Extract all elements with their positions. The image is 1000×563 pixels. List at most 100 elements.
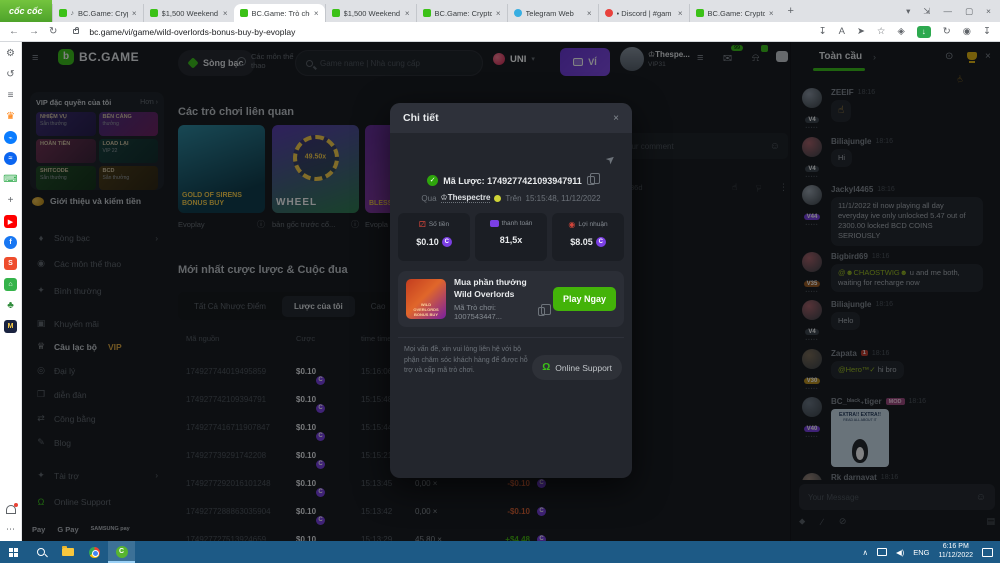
back-icon[interactable]: ←	[9, 26, 19, 37]
maximize-button[interactable]: ▢	[965, 6, 973, 17]
tab-close-icon[interactable]: ×	[405, 9, 410, 18]
browser-side-rail: ⚙ ↺ ≡ ♛ ⌁ ≈ ⌨ + ▶ fS ⌂ ♣ M ⋯	[0, 42, 22, 541]
bet-stat: ◉Lợi nhuận$8.05C	[552, 213, 624, 261]
save-page-icon[interactable]: ↧	[819, 26, 827, 37]
facebook-icon[interactable]: f	[4, 236, 17, 249]
volume-icon[interactable]: ◀)	[896, 548, 904, 557]
windows-taskbar: C ∧ ◀) ENG 6:16 PM11/12/2022	[0, 541, 1000, 563]
modal-close-icon[interactable]: ×	[613, 113, 619, 124]
stat-value: 81,5x	[475, 235, 547, 245]
tab-close-icon[interactable]: ×	[678, 9, 683, 18]
bookmark-star-icon[interactable]: ☆	[877, 26, 886, 37]
browser-tab[interactable]: BC.Game: Crypto C×	[416, 4, 507, 22]
tab-favicon	[150, 9, 158, 17]
sidebar-more-icon[interactable]: ⋯	[6, 524, 15, 535]
coccoc-brand-logo[interactable]: cốc cốc	[0, 0, 52, 22]
hidden-icons-chevron[interactable]: ∧	[862, 548, 868, 557]
browser-tab[interactable]: • Discord | #gam ×	[598, 4, 689, 22]
tab-search-icon[interactable]: ▾	[906, 6, 910, 17]
close-button[interactable]: ×	[986, 6, 991, 16]
play-now-button[interactable]: Play Ngay	[553, 287, 616, 311]
stat-label: thanh toán	[502, 220, 533, 227]
shopee-icon[interactable]: S	[4, 257, 17, 270]
browser-tab[interactable]: ♪BC.Game: Crypt×	[52, 4, 143, 22]
send-to-device-icon[interactable]: ⇲	[923, 6, 930, 17]
share-icon[interactable]: ➤	[603, 152, 618, 168]
tab-close-icon[interactable]: ×	[223, 9, 228, 18]
tab-title: BC.Game: Crypto C	[708, 9, 765, 18]
tab-close-icon[interactable]: ×	[314, 9, 319, 18]
lock-icon[interactable]	[73, 29, 79, 34]
coccoc-taskbar-icon[interactable]: C	[108, 541, 135, 563]
file-explorer-icon[interactable]	[54, 541, 81, 563]
chrome-icon[interactable]	[81, 541, 108, 563]
zalo-icon[interactable]: ≈	[4, 152, 17, 165]
tab-close-icon[interactable]: ×	[132, 9, 137, 18]
forward-icon[interactable]: →	[29, 26, 39, 37]
feed-icon[interactable]: ≡	[4, 89, 17, 102]
market-icon[interactable]: ⌂	[4, 278, 17, 291]
address-bar[interactable]: bc.game/vi/game/wild-overlords-bonus-buy…	[89, 27, 295, 37]
game-thumbnail[interactable]: WILD OVERLORDS BONUS BUY	[406, 279, 446, 319]
copy-icon[interactable]	[587, 176, 595, 185]
browser-tab[interactable]: BC.Game: Trò chơi s ×	[234, 4, 325, 22]
tab-title: BC.Game: Trò chơi s	[252, 9, 310, 18]
reload-icon[interactable]: ↻	[49, 26, 57, 37]
tab-favicon	[240, 9, 248, 17]
bet-id-value: 1749277421093947911	[487, 176, 582, 186]
player-link[interactable]: ♔Thespectre	[441, 193, 491, 203]
messenger-icon[interactable]: ⌁	[4, 131, 17, 144]
tree-icon[interactable]: ♣	[4, 299, 17, 312]
games-icon[interactable]: ⌨	[4, 173, 17, 186]
bet-stat: thanh toán 81,5x	[475, 213, 547, 261]
tab-close-icon[interactable]: ×	[769, 9, 774, 18]
sidebar-notifications-icon[interactable]	[6, 505, 16, 514]
tab-close-icon[interactable]: ×	[496, 9, 501, 18]
copy-game-id-icon[interactable]	[538, 307, 545, 316]
history-icon[interactable]: ↺	[4, 68, 17, 81]
app-tile-icon[interactable]: M	[4, 320, 17, 333]
taskbar-search-icon[interactable]	[27, 541, 54, 563]
network-icon[interactable]	[877, 548, 887, 556]
tab-favicon	[332, 9, 340, 17]
tab-favicon	[696, 9, 704, 17]
support-note: Mọi vấn đề, xin vui lòng liên hệ với bộ …	[404, 345, 532, 377]
sync-icon[interactable]: ↻	[943, 26, 951, 37]
browser-toolbar: ← → ↻ bc.game/vi/game/wild-overlords-bon…	[0, 22, 1000, 42]
browser-tab-strip: cốc cốc ♪BC.Game: Crypt×$1,500 Weekend E…	[0, 0, 1000, 22]
settings-icon[interactable]: ⚙	[4, 47, 17, 60]
add-panel-icon[interactable]: +	[4, 194, 17, 207]
language-indicator[interactable]: ENG	[913, 548, 929, 557]
hot-icon[interactable]: ♛	[4, 110, 17, 123]
tab-title: • Discord | #gam	[617, 9, 674, 18]
start-button[interactable]	[0, 541, 27, 563]
action-center-icon[interactable]	[982, 548, 993, 557]
browser-tab[interactable]: $1,500 Weekend Ev×	[325, 4, 416, 22]
stat-label-row: ⚂Số tiền	[398, 220, 470, 229]
game-id-row: Mã Trò chơi: 1007543447...	[454, 303, 545, 321]
chip-icon: ◉	[568, 220, 575, 229]
browser-tab[interactable]: BC.Game: Crypto C ×	[689, 4, 780, 22]
browser-tab[interactable]: $1,500 Weekend Ev×	[143, 4, 234, 22]
new-tab-button[interactable]: +	[780, 5, 802, 17]
youtube-icon[interactable]: ▶	[4, 215, 17, 228]
toolbar-extensions: ↧ A ➤ ☆ ◈ ↓ ↻ ◉ ↧	[819, 26, 991, 38]
share-icon[interactable]: ➤	[857, 26, 865, 37]
tab-favicon	[423, 9, 431, 17]
online-support-button[interactable]: Ω Online Support	[532, 355, 622, 380]
stat-value-text: $0.10	[416, 237, 439, 247]
downloads-icon[interactable]: ↧	[983, 26, 991, 37]
taskbar-clock[interactable]: 6:16 PM11/12/2022	[938, 543, 973, 561]
update-download-icon[interactable]: ↓	[917, 26, 931, 38]
minimize-button[interactable]: —	[944, 6, 953, 16]
profile-icon[interactable]: ◉	[963, 26, 971, 37]
system-tray: ∧ ◀) ENG 6:16 PM11/12/2022	[862, 543, 1000, 561]
wallet-icon	[490, 220, 499, 227]
tab-audio-icon: ♪	[71, 10, 75, 17]
browser-tab[interactable]: Telegram Web×	[507, 4, 598, 22]
adblock-shield-icon[interactable]: ◈	[897, 26, 904, 37]
game-card: WILD OVERLORDS BONUS BUY Mua phần thưởng…	[398, 271, 624, 327]
stat-label-row: ◉Lợi nhuận	[552, 220, 624, 229]
tab-close-icon[interactable]: ×	[587, 9, 592, 18]
translate-icon[interactable]: A	[839, 26, 845, 37]
